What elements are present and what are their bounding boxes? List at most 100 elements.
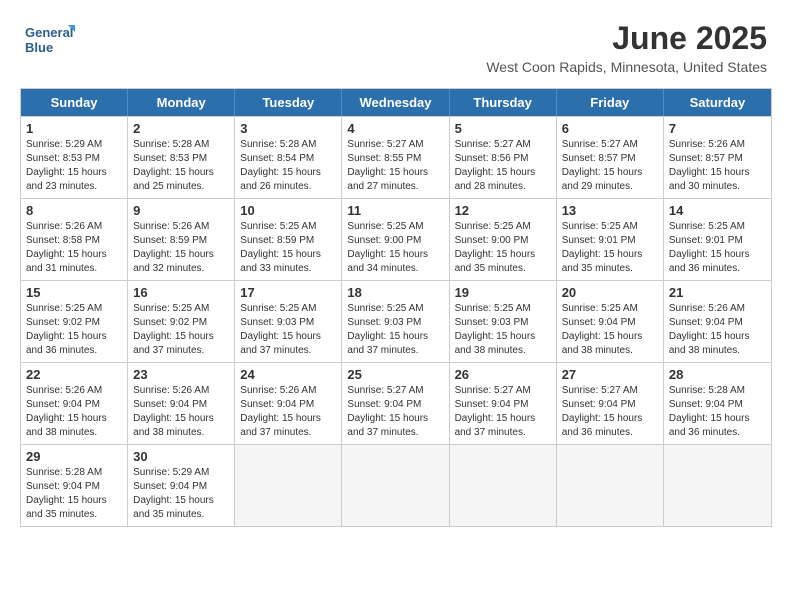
day-number: 19: [455, 285, 551, 300]
table-row: 18Sunrise: 5:25 AMSunset: 9:03 PMDayligh…: [342, 281, 449, 362]
day-details: Sunrise: 5:26 AMSunset: 8:59 PMDaylight:…: [133, 220, 229, 276]
day-details: Sunrise: 5:25 AMSunset: 9:01 PMDaylight:…: [669, 220, 766, 276]
day-number: 11: [347, 203, 443, 218]
day-number: 5: [455, 121, 551, 136]
table-row: 22 Sunrise: 5:26 AMSunset: 9:04 PMDayligh…: [21, 363, 128, 444]
table-row: 7 Sunrise: 5:26 AMSunset: 8:57 PMDaylight…: [664, 117, 771, 198]
table-row: 9 Sunrise: 5:26 AMSunset: 8:59 PMDaylight…: [128, 199, 235, 280]
table-row: [342, 445, 449, 526]
calendar: SundayMondayTuesdayWednesdayThursdayFrid…: [20, 88, 772, 527]
day-number: 1: [26, 121, 122, 136]
month-title: June 2025: [486, 20, 767, 57]
table-row: [235, 445, 342, 526]
day-number: 10: [240, 203, 336, 218]
day-number: 24: [240, 367, 336, 382]
table-row: [557, 445, 664, 526]
day-number: 16: [133, 285, 229, 300]
day-number: 29: [26, 449, 122, 464]
day-number: 8: [26, 203, 122, 218]
calendar-week-5: 29 Sunrise: 5:28 AMSunset: 9:04 PMDayligh…: [21, 444, 771, 526]
table-row: 14 Sunrise: 5:25 AMSunset: 9:01 PMDayligh…: [664, 199, 771, 280]
day-header-monday: Monday: [128, 89, 235, 116]
day-details: Sunrise: 5:27 AMSunset: 9:04 PMDaylight:…: [347, 384, 443, 440]
day-details: Sunrise: 5:28 AMSunset: 9:04 PMDaylight:…: [26, 466, 122, 522]
table-row: 17Sunrise: 5:25 AMSunset: 9:03 PMDayligh…: [235, 281, 342, 362]
table-row: 2 Sunrise: 5:28 AMSunset: 8:53 PMDaylight…: [128, 117, 235, 198]
day-details: Sunrise: 5:25 AMSunset: 9:03 PMDaylight:…: [455, 302, 551, 358]
day-number: 26: [455, 367, 551, 382]
day-details: Sunrise: 5:25 AMSunset: 9:00 PMDaylight:…: [455, 220, 551, 276]
title-area: June 2025 West Coon Rapids, Minnesota, U…: [486, 20, 767, 75]
day-number: 25: [347, 367, 443, 382]
table-row: 3Sunrise: 5:28 AMSunset: 8:54 PMDaylight…: [235, 117, 342, 198]
day-header-friday: Friday: [557, 89, 664, 116]
day-details: Sunrise: 5:26 AMSunset: 8:58 PMDaylight:…: [26, 220, 122, 276]
day-details: Sunrise: 5:25 AMSunset: 9:02 PMDaylight:…: [133, 302, 229, 358]
calendar-week-4: 22 Sunrise: 5:26 AMSunset: 9:04 PMDayligh…: [21, 362, 771, 444]
table-row: 30Sunrise: 5:29 AMSunset: 9:04 PMDayligh…: [128, 445, 235, 526]
logo-svg: General Blue: [25, 20, 75, 60]
day-number: 3: [240, 121, 336, 136]
day-number: 14: [669, 203, 766, 218]
day-number: 12: [455, 203, 551, 218]
table-row: 11 Sunrise: 5:25 AMSunset: 9:00 PMDayligh…: [342, 199, 449, 280]
location-title: West Coon Rapids, Minnesota, United Stat…: [486, 59, 767, 75]
page-header: General Blue June 2025 West Coon Rapids,…: [10, 10, 782, 80]
day-details: Sunrise: 5:26 AMSunset: 9:04 PMDaylight:…: [133, 384, 229, 440]
day-details: Sunrise: 5:27 AMSunset: 8:57 PMDaylight:…: [562, 138, 658, 194]
table-row: 26Sunrise: 5:27 AMSunset: 9:04 PMDayligh…: [450, 363, 557, 444]
day-number: 22: [26, 367, 122, 382]
day-details: Sunrise: 5:25 AMSunset: 8:59 PMDaylight:…: [240, 220, 336, 276]
logo: General Blue: [25, 20, 75, 60]
day-header-thursday: Thursday: [450, 89, 557, 116]
table-row: 1 Sunrise: 5:29 AMSunset: 8:53 PMDaylight…: [21, 117, 128, 198]
table-row: 20Sunrise: 5:25 AMSunset: 9:04 PMDayligh…: [557, 281, 664, 362]
table-row: 16 Sunrise: 5:25 AMSunset: 9:02 PMDayligh…: [128, 281, 235, 362]
day-number: 9: [133, 203, 229, 218]
day-details: Sunrise: 5:26 AMSunset: 9:04 PMDaylight:…: [240, 384, 336, 440]
day-number: 2: [133, 121, 229, 136]
table-row: 25 Sunrise: 5:27 AMSunset: 9:04 PMDayligh…: [342, 363, 449, 444]
day-details: Sunrise: 5:27 AMSunset: 9:04 PMDaylight:…: [562, 384, 658, 440]
table-row: 6Sunrise: 5:27 AMSunset: 8:57 PMDaylight…: [557, 117, 664, 198]
day-details: Sunrise: 5:28 AMSunset: 8:53 PMDaylight:…: [133, 138, 229, 194]
day-number: 21: [669, 285, 766, 300]
day-details: Sunrise: 5:28 AMSunset: 9:04 PMDaylight:…: [669, 384, 766, 440]
calendar-body: 1 Sunrise: 5:29 AMSunset: 8:53 PMDaylight…: [21, 116, 771, 526]
calendar-week-3: 15 Sunrise: 5:25 AMSunset: 9:02 PMDayligh…: [21, 280, 771, 362]
day-details: Sunrise: 5:25 AMSunset: 9:00 PMDaylight:…: [347, 220, 443, 276]
day-details: Sunrise: 5:26 AMSunset: 9:04 PMDaylight:…: [669, 302, 766, 358]
day-number: 18: [347, 285, 443, 300]
day-header-sunday: Sunday: [21, 89, 128, 116]
table-row: [664, 445, 771, 526]
table-row: 27 Sunrise: 5:27 AMSunset: 9:04 PMDayligh…: [557, 363, 664, 444]
day-details: Sunrise: 5:26 AMSunset: 8:57 PMDaylight:…: [669, 138, 766, 194]
table-row: 13Sunrise: 5:25 AMSunset: 9:01 PMDayligh…: [557, 199, 664, 280]
svg-text:Blue: Blue: [25, 40, 53, 55]
day-number: 17: [240, 285, 336, 300]
calendar-week-1: 1 Sunrise: 5:29 AMSunset: 8:53 PMDaylight…: [21, 116, 771, 198]
table-row: 23Sunrise: 5:26 AMSunset: 9:04 PMDayligh…: [128, 363, 235, 444]
day-header-saturday: Saturday: [664, 89, 771, 116]
table-row: 12 Sunrise: 5:25 AMSunset: 9:00 PMDayligh…: [450, 199, 557, 280]
day-details: Sunrise: 5:27 AMSunset: 8:56 PMDaylight:…: [455, 138, 551, 194]
table-row: 8 Sunrise: 5:26 AMSunset: 8:58 PMDaylight…: [21, 199, 128, 280]
table-row: 29 Sunrise: 5:28 AMSunset: 9:04 PMDayligh…: [21, 445, 128, 526]
day-details: Sunrise: 5:25 AMSunset: 9:01 PMDaylight:…: [562, 220, 658, 276]
day-details: Sunrise: 5:29 AMSunset: 8:53 PMDaylight:…: [26, 138, 122, 194]
table-row: 5 Sunrise: 5:27 AMSunset: 8:56 PMDaylight…: [450, 117, 557, 198]
day-details: Sunrise: 5:27 AMSunset: 8:55 PMDaylight:…: [347, 138, 443, 194]
table-row: 4 Sunrise: 5:27 AMSunset: 8:55 PMDaylight…: [342, 117, 449, 198]
day-details: Sunrise: 5:26 AMSunset: 9:04 PMDaylight:…: [26, 384, 122, 440]
day-number: 7: [669, 121, 766, 136]
table-row: 19 Sunrise: 5:25 AMSunset: 9:03 PMDayligh…: [450, 281, 557, 362]
day-details: Sunrise: 5:29 AMSunset: 9:04 PMDaylight:…: [133, 466, 229, 522]
day-header-wednesday: Wednesday: [342, 89, 449, 116]
day-number: 15: [26, 285, 122, 300]
calendar-header: SundayMondayTuesdayWednesdayThursdayFrid…: [21, 89, 771, 116]
table-row: [450, 445, 557, 526]
table-row: 24 Sunrise: 5:26 AMSunset: 9:04 PMDayligh…: [235, 363, 342, 444]
calendar-week-2: 8 Sunrise: 5:26 AMSunset: 8:58 PMDaylight…: [21, 198, 771, 280]
day-number: 27: [562, 367, 658, 382]
day-number: 4: [347, 121, 443, 136]
